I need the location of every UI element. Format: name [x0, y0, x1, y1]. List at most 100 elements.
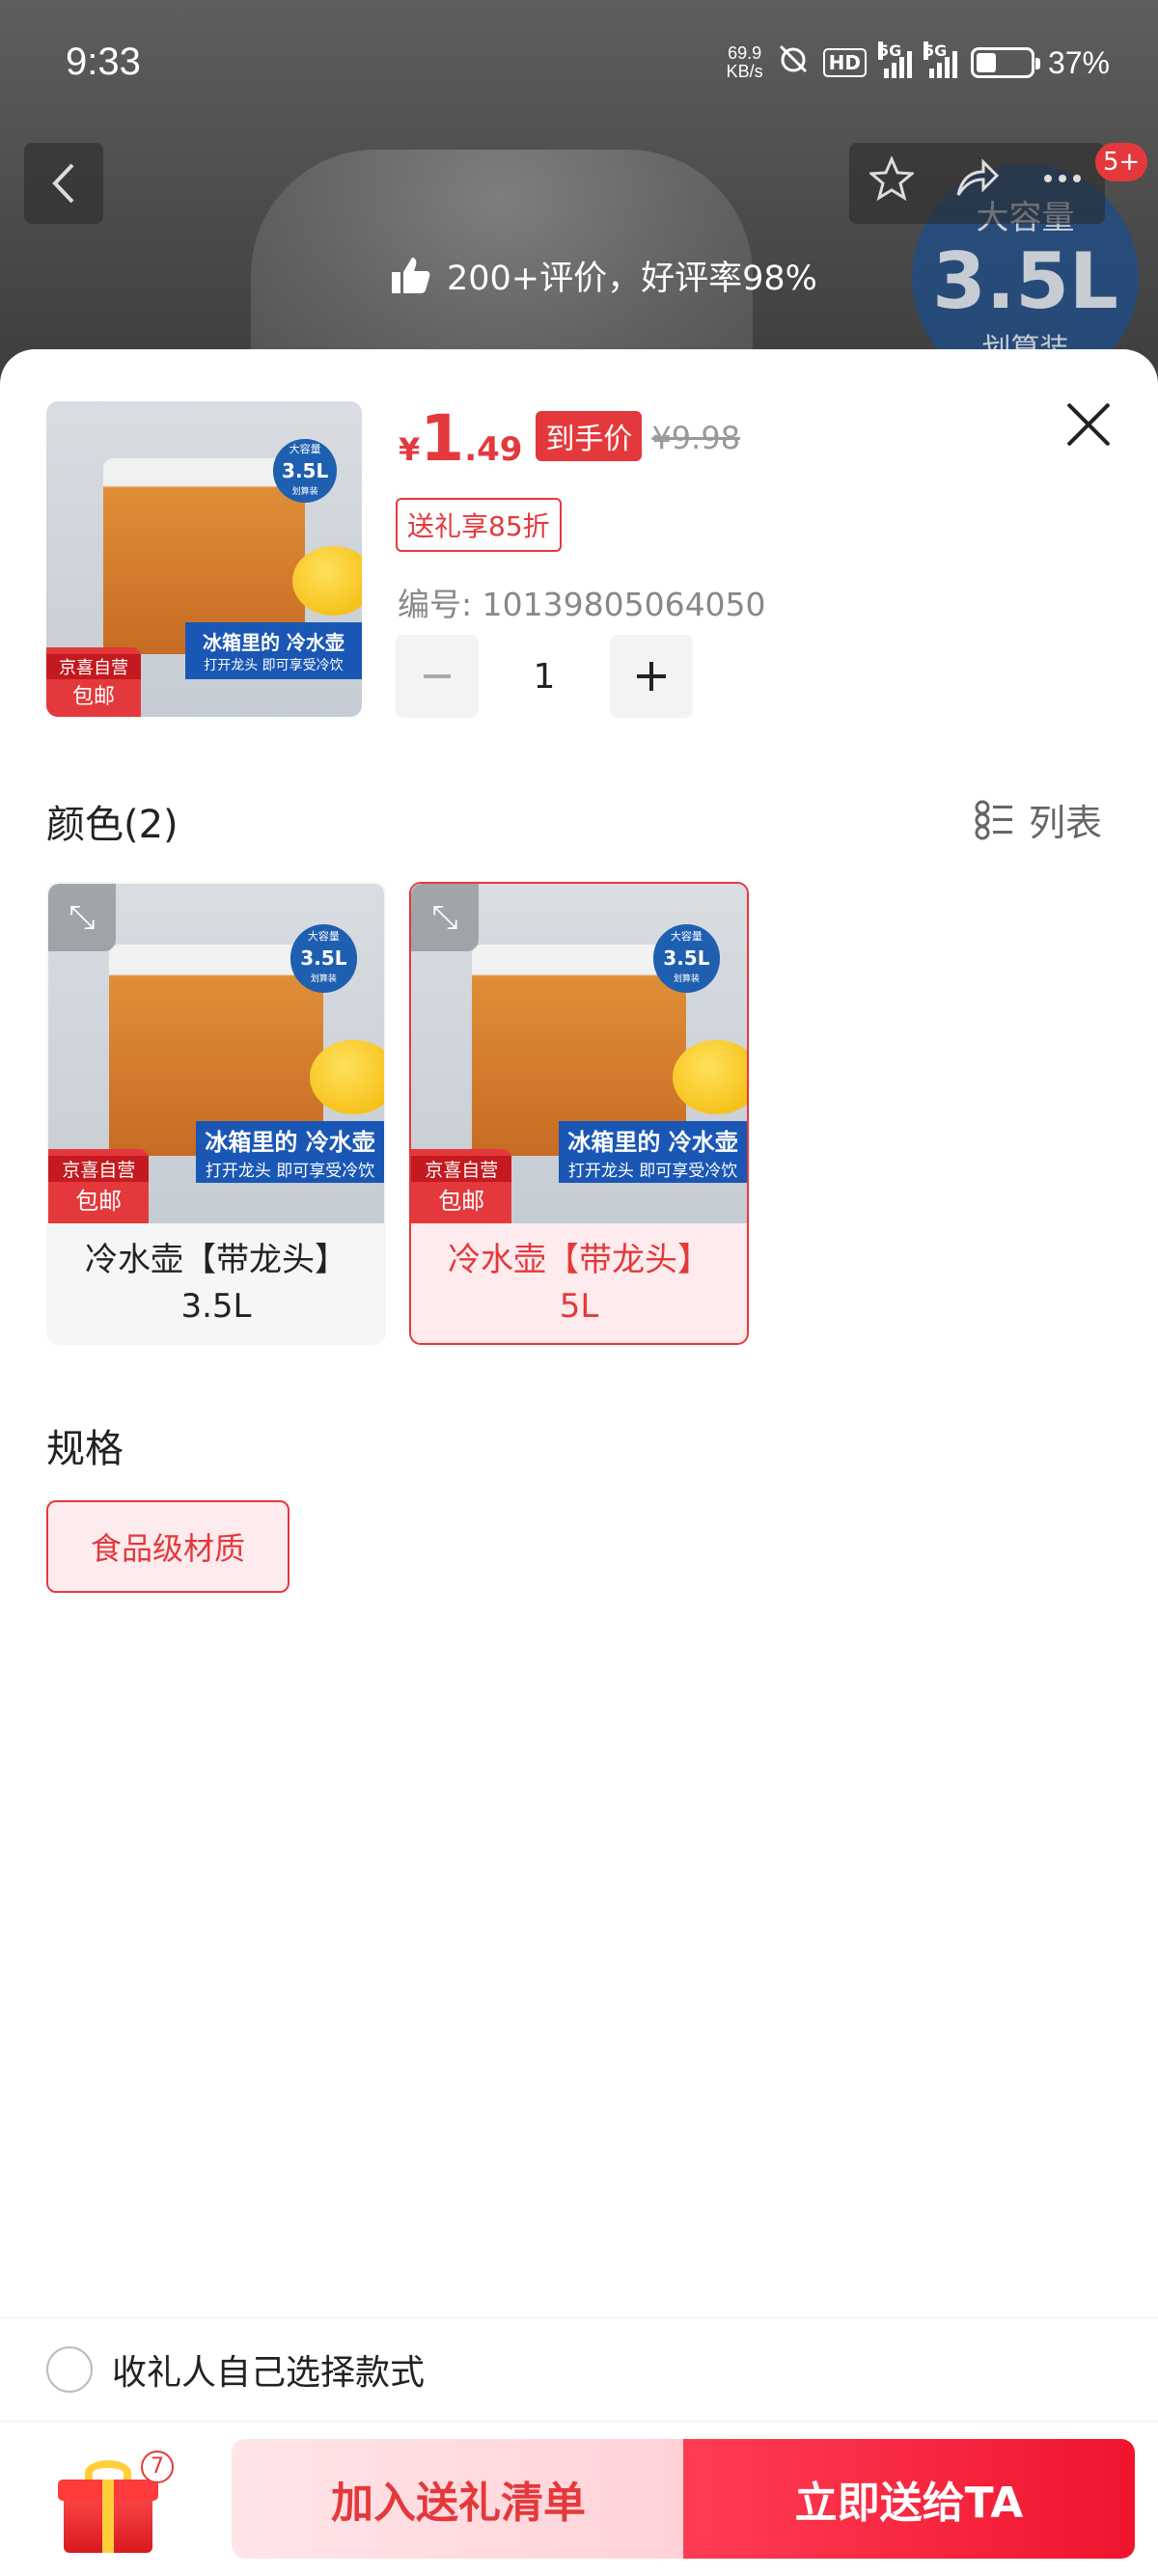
sku-number: 编号: 10139805064050 — [398, 586, 766, 623]
share-icon[interactable] — [954, 156, 1000, 211]
price-integer: 1 — [420, 401, 465, 476]
product-thumbnail[interactable]: 大容量 3.5L 划算装 冰箱里的 冷水壶 打开龙头 即可享受冷饮 京喜自营 包… — [46, 401, 362, 717]
quantity-stepper: 1 — [396, 635, 693, 718]
variant-image: 大容量 3.5L 划算装 冰箱里的 冷水壶 打开龙头 即可享受冷饮 京喜自营 包… — [48, 884, 384, 1223]
status-time: 9:33 — [66, 41, 141, 83]
capacity-badge-top: 大容量 — [307, 930, 340, 944]
list-icon — [975, 800, 1012, 839]
capacity-badge: 大容量 3.5L 划算装 — [273, 439, 337, 503]
variant-capacity: 3.5L — [180, 1287, 252, 1326]
product-banner-title: 冰箱里的 冷水壶 — [567, 1129, 738, 1157]
free-shipping-label: 包邮 — [438, 1188, 485, 1216]
self-operated-tag: 京喜自营 包邮 — [48, 1148, 150, 1223]
battery-icon — [970, 47, 1040, 78]
product-banner-sub: 打开龙头 即可享受冷饮 — [204, 657, 344, 673]
capacity-badge-bottom: 划算装 — [673, 974, 700, 985]
expand-icon[interactable]: ⤡ — [411, 884, 479, 951]
gift-count-badge: 7 — [141, 2451, 174, 2483]
list-view-label: 列表 — [1029, 802, 1103, 844]
bottom-action-bar: 7 加入送礼清单 立即送给TA — [0, 2422, 1158, 2576]
spec-section-title: 规格 — [46, 1427, 124, 1471]
capacity-badge-bottom: 划算装 — [291, 486, 318, 497]
network-speed-value: 69.9 — [728, 43, 762, 63]
network-speed-unit: KB/s — [726, 62, 763, 81]
self-operated-tag: 京喜自营 包邮 — [411, 1148, 512, 1223]
capacity-badge: 大容量 3.5L 划算装 — [290, 924, 358, 993]
minus-icon — [424, 674, 451, 678]
signal-label: 5G — [877, 41, 902, 60]
capacity-badge: 大容量 3.5L 划算装 — [652, 924, 721, 993]
self-operated-tag: 京喜自营 包邮 — [46, 647, 142, 717]
product-banner-sub: 打开龙头 即可享受冷饮 — [205, 1162, 375, 1182]
variant-name: 冷水壶【带龙头】 — [448, 1241, 710, 1279]
self-operated-label: 京喜自营 — [411, 1156, 512, 1183]
product-banner-title: 冰箱里的 冷水壶 — [202, 630, 345, 654]
product-banner-sub: 打开龙头 即可享受冷饮 — [567, 1162, 738, 1182]
status-indicators: 69.9 KB/s HD 5G 5G 37% — [727, 41, 1110, 83]
final-price-label: 到手价 — [536, 411, 643, 461]
top-action-bar — [849, 143, 1105, 224]
more-icon[interactable] — [1040, 156, 1085, 211]
battery-percent: 37% — [1047, 44, 1110, 80]
color-variant-option-selected[interactable]: 大容量 3.5L 划算装 冰箱里的 冷水壶 打开龙头 即可享受冷饮 京喜自营 包… — [409, 882, 749, 1345]
capacity-badge-top: 大容量 — [289, 442, 321, 455]
plus-icon — [637, 662, 666, 691]
free-shipping-label: 包邮 — [72, 685, 116, 710]
gift-discount-tag: 送礼享85折 — [396, 498, 562, 552]
status-bar: 9:33 69.9 KB/s HD 5G 5G 37% — [0, 29, 1158, 106]
self-operated-label: 京喜自营 — [46, 654, 142, 680]
free-shipping-label: 包邮 — [75, 1188, 123, 1216]
product-banner: 冰箱里的 冷水壶 打开龙头 即可享受冷饮 — [184, 621, 362, 679]
gift-ribbon-shape — [102, 2480, 114, 2553]
price-currency: ¥ — [399, 431, 421, 468]
capacity-badge-top: 大容量 — [670, 930, 703, 944]
hd-call-icon: HD — [822, 48, 867, 77]
spec-option-selected[interactable]: 食品级材质 — [46, 1500, 290, 1593]
battery-fill — [976, 53, 996, 72]
recipient-choose-radio[interactable] — [46, 2346, 93, 2393]
send-now-button[interactable]: 立即送给TA — [683, 2439, 1135, 2559]
variant-name: 冷水壶【带龙头】 — [85, 1241, 347, 1279]
add-to-gift-list-button[interactable]: 加入送礼清单 — [232, 2439, 685, 2559]
chevron-left-icon — [52, 163, 74, 204]
gift-list-button[interactable]: 7 — [56, 2451, 174, 2555]
variant-capacity: 5L — [559, 1287, 599, 1326]
capacity-badge-size: 3.5L — [300, 946, 347, 971]
variant-image: 大容量 3.5L 划算装 冰箱里的 冷水壶 打开龙头 即可享受冷饮 京喜自营 包… — [411, 884, 747, 1223]
variant-label: 冷水壶【带龙头】 3.5L — [48, 1223, 384, 1343]
sku-selection-sheet: 大容量 3.5L 划算装 冰箱里的 冷水壶 打开龙头 即可享受冷饮 京喜自营 包… — [0, 349, 1158, 2576]
capacity-badge-bottom: 划算装 — [310, 974, 337, 985]
capacity-badge-size: 3.5L — [282, 458, 329, 482]
decrease-quantity-button[interactable] — [396, 635, 479, 718]
signal-strength-icon-2: 5G — [923, 41, 957, 78]
network-speed: 69.9 KB/s — [727, 44, 763, 81]
quantity-value[interactable]: 1 — [479, 657, 610, 697]
product-banner: 冰箱里的 冷水壶 打开龙头 即可享受冷饮 — [196, 1121, 384, 1183]
message-count-badge: 5+ — [1095, 143, 1148, 181]
color-section-title: 颜色(2) — [46, 803, 179, 847]
product-banner: 冰箱里的 冷水壶 打开龙头 即可享受冷饮 — [559, 1121, 747, 1183]
thumbs-up-icon — [392, 258, 430, 293]
review-summary-text: 200+评价，好评率98% — [447, 259, 817, 298]
self-operated-label: 京喜自营 — [48, 1156, 150, 1183]
alarm-off-icon — [777, 42, 810, 83]
signal-strength-icon: 5G — [877, 41, 912, 78]
price-decimal: .49 — [464, 430, 523, 469]
variant-label: 冷水壶【带龙头】 5L — [411, 1223, 747, 1343]
list-view-toggle[interactable]: 列表 — [975, 793, 1102, 846]
recipient-choose-label: 收礼人自己选择款式 — [112, 2353, 426, 2393]
increase-quantity-button[interactable] — [610, 635, 693, 718]
back-button[interactable] — [24, 143, 103, 224]
review-summary[interactable]: 200+评价，好评率98% — [370, 245, 837, 305]
original-price: ¥9.98 — [651, 420, 741, 456]
badge-line-2: 3.5L — [932, 236, 1118, 326]
star-icon[interactable] — [868, 154, 916, 211]
recipient-choose-option[interactable]: 收礼人自己选择款式 — [0, 2317, 1158, 2422]
capacity-badge-size: 3.5L — [663, 946, 710, 971]
expand-icon[interactable]: ⤡ — [48, 884, 116, 951]
product-banner-title: 冰箱里的 冷水壶 — [205, 1129, 375, 1157]
price-row: ¥ 1 .49 到手价 ¥9.98 — [399, 407, 740, 473]
close-icon[interactable] — [1062, 397, 1116, 452]
color-variant-option[interactable]: 大容量 3.5L 划算装 冰箱里的 冷水壶 打开龙头 即可享受冷饮 京喜自营 包… — [46, 882, 386, 1345]
signal-label-2: 5G — [923, 41, 948, 60]
